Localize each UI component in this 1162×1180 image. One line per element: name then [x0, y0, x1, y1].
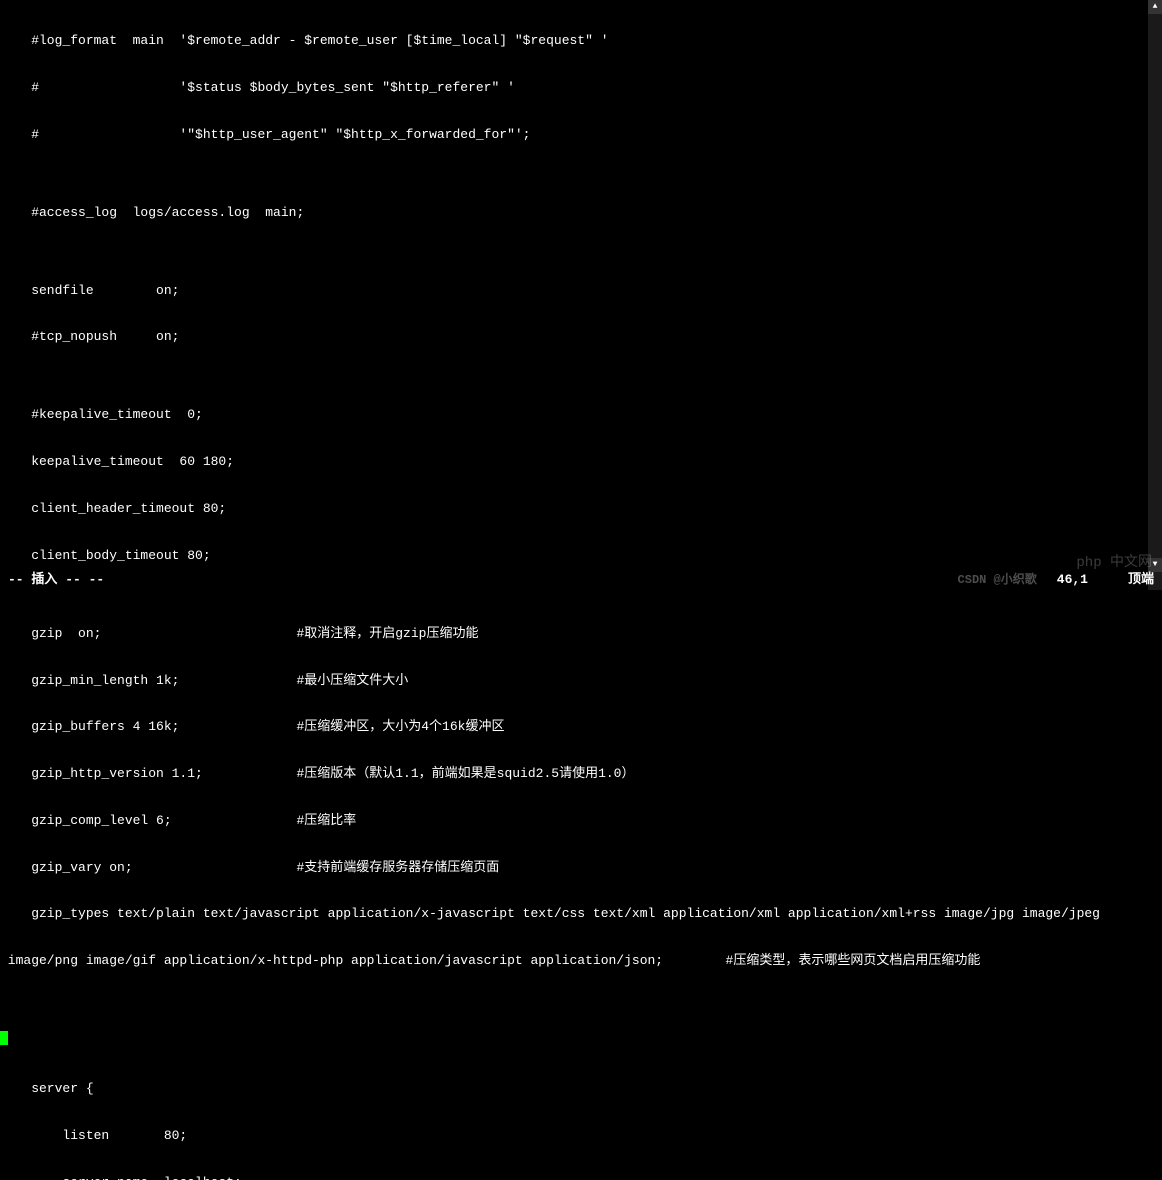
code-line: #keepalive_timeout 0; — [0, 407, 1162, 423]
code-line: gzip_http_version 1.1; #压缩版本（默认1.1，前端如果是… — [0, 766, 1162, 782]
text-cursor — [0, 1031, 8, 1045]
code-line: #log_format main '$remote_addr - $remote… — [0, 33, 1162, 49]
watermark-csdn: CSDN @小织歌 — [958, 573, 1037, 587]
terminal-editor[interactable]: #log_format main '$remote_addr - $remote… — [0, 0, 1162, 590]
code-line: listen 80; — [0, 1128, 1162, 1144]
vim-status-bar: -- 插入 -- -- CSDN @小织歌 46,1 顶端 — [0, 572, 1162, 588]
code-line: keepalive_timeout 60 180; — [0, 454, 1162, 470]
scroll-up-icon[interactable]: ▲ — [1148, 0, 1162, 14]
scroll-position: 顶端 — [1128, 572, 1154, 588]
watermark-text: php 中文网 — [1076, 555, 1152, 572]
cursor-position: 46,1 — [1057, 572, 1088, 588]
code-line: sendfile on; — [0, 283, 1162, 299]
code-line: image/png image/gif application/x-httpd-… — [0, 953, 1162, 969]
code-line: client_body_timeout 80; — [0, 548, 1162, 564]
code-line: #access_log logs/access.log main; — [0, 205, 1162, 221]
code-line: gzip_min_length 1k; #最小压缩文件大小 — [0, 673, 1162, 689]
code-line: gzip_types text/plain text/javascript ap… — [0, 906, 1162, 922]
code-line: # '$status $body_bytes_sent "$http_refer… — [0, 80, 1162, 96]
code-line: gzip_buffers 4 16k; #压缩缓冲区，大小为4个16k缓冲区 — [0, 719, 1162, 735]
code-line: gzip_vary on; #支持前端缓存服务器存储压缩页面 — [0, 860, 1162, 876]
code-line: server { — [0, 1081, 1162, 1097]
code-line: server_name localhost; — [0, 1175, 1162, 1180]
code-line: gzip_comp_level 6; #压缩比率 — [0, 813, 1162, 829]
code-line: client_header_timeout 80; — [0, 501, 1162, 517]
vim-mode-indicator: -- 插入 -- -- — [8, 572, 104, 588]
code-line: # '"$http_user_agent" "$http_x_forwarded… — [0, 127, 1162, 143]
cursor-line — [0, 1031, 1162, 1050]
code-line: gzip on; #取消注释，开启gzip压缩功能 — [0, 626, 1162, 642]
code-line: #tcp_nopush on; — [0, 329, 1162, 345]
scrollbar[interactable]: ▲ ▼ — [1148, 0, 1162, 590]
